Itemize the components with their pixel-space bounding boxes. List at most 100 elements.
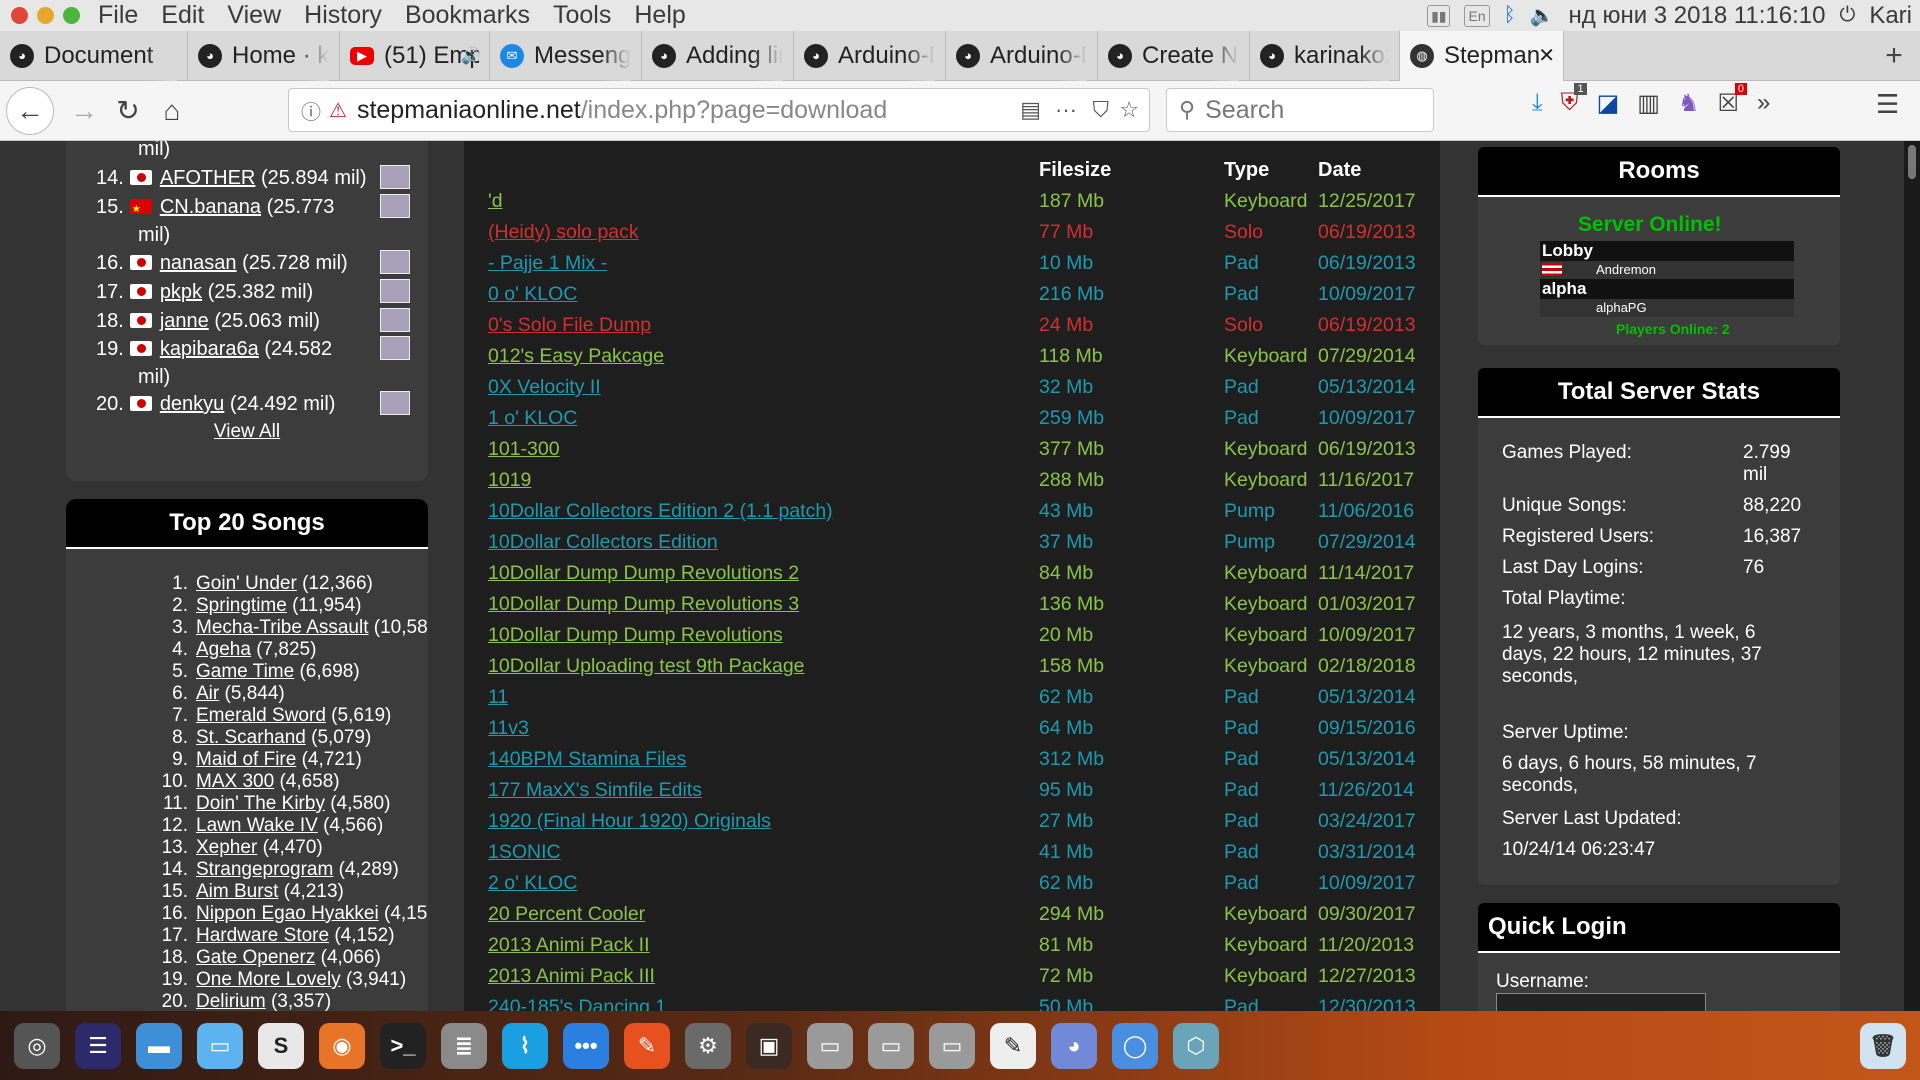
player-avatar[interactable] [380,308,410,332]
song-link[interactable]: Xepher [196,837,257,858]
player-link[interactable]: CN.banana [160,196,261,218]
type-header[interactable]: Type [1224,159,1269,182]
firefox-icon[interactable]: ◉ [319,1022,365,1069]
browser-tab[interactable]: ◕Arduino-Da [946,30,1098,81]
download-link[interactable]: 20 Percent Cooler [488,899,645,930]
page-actions-icon[interactable]: ··· [1055,97,1077,123]
forward-button[interactable]: → [62,89,106,133]
pocket-icon[interactable]: ⛉ [1092,97,1109,123]
menu-item-history[interactable]: History [304,1,382,30]
signal-icon[interactable]: ▮▮ [1427,4,1451,27]
player-avatar[interactable] [380,165,410,189]
download-link[interactable]: - Pajje 1 Mix - [488,248,607,279]
maximize-window-button[interactable] [63,7,80,24]
installer-icon[interactable]: ⬡ [1173,1022,1219,1069]
menu-item-edit[interactable]: Edit [161,1,204,30]
close-tab-icon[interactable]: ✕ [1538,43,1555,68]
download-link[interactable]: 11 [488,682,508,713]
player-avatar[interactable] [380,250,410,274]
browser-tab[interactable]: ◕Arduino-Da [794,30,946,81]
close-window-button[interactable] [11,7,28,24]
mysql-icon[interactable]: ⌇ [502,1022,548,1069]
room-alpha[interactable]: alpha alphaPG [1540,279,1794,317]
clock[interactable]: нд юни 3 2018 11:16:10 [1569,2,1826,30]
ubuntu-icon[interactable]: ◎ [14,1022,60,1069]
player-link[interactable]: AFOTHER [160,167,256,189]
info-icon[interactable]: ⓘ [301,96,321,125]
player-link[interactable]: kapibara6a [160,338,259,360]
song-link[interactable]: Gate Openerz [196,947,315,968]
song-link[interactable]: Nippon Egao Hyakkei [196,903,379,924]
song-link[interactable]: MAX 300 [196,771,274,792]
download-link[interactable]: 2 o' KLOC [488,868,577,899]
song-link[interactable]: Aim Burst [196,881,278,902]
ublock-icon[interactable]: ⛨ 1 [1561,83,1587,118]
song-link[interactable]: St. Scarhand [196,727,306,748]
player-link[interactable]: nanasan [160,252,237,274]
home-button[interactable]: ⌂ [150,89,194,133]
extension-icon[interactable]: ♞ [1678,89,1700,118]
text-editor-icon[interactable]: ✎ [990,1022,1036,1069]
download-link[interactable]: 0 o' KLOC [488,279,577,310]
filesize-header[interactable]: Filesize [1039,159,1111,182]
player-avatar[interactable] [380,279,410,303]
drive-icon[interactable]: ▭ [929,1022,975,1069]
user-name[interactable]: Kari [1869,2,1912,30]
search-input[interactable]: Search [1205,96,1284,125]
download-link[interactable]: 10Dollar Dump Dump Revolutions [488,620,783,651]
bookmark-star-icon[interactable]: ☆ [1119,97,1139,123]
browser-tab[interactable]: ◕Adding link [642,30,794,81]
search-bar[interactable]: ⚲ Search [1166,88,1434,132]
pencil-icon[interactable]: ✎ [624,1022,670,1069]
download-link[interactable]: 140BPM Stamina Files [488,744,686,775]
player-link[interactable]: janne [160,310,209,332]
browser-tab[interactable]: ◕Create New [1098,30,1250,81]
download-link[interactable]: 1 o' KLOC [488,403,577,434]
song-link[interactable]: Springtime [196,595,287,616]
volume-icon[interactable]: 🔈 [1530,3,1555,28]
menu-item-bookmarks[interactable]: Bookmarks [405,1,530,30]
folder-icon[interactable]: ▭ [197,1022,243,1069]
overflow-menu-icon[interactable]: » [1757,89,1770,118]
song-link[interactable]: Strangeprogram [196,859,333,880]
chromium-icon[interactable]: ◯ [1112,1022,1158,1069]
download-link[interactable]: 0's Solo File Dump [488,310,651,341]
song-link[interactable]: Doin' The Kirby [196,793,325,814]
download-link[interactable]: 1920 (Final Hour 1920) Originals [488,806,771,837]
bluetooth-icon[interactable]: ᛒ [1504,4,1516,27]
chat-icon[interactable]: ••• [563,1022,609,1069]
audio-icon[interactable]: 🔊 [461,46,481,66]
power-icon[interactable]: ⏻ [1839,4,1855,27]
player-link[interactable]: denkyu [160,393,225,415]
download-link[interactable]: 2013 Animi Pack II [488,930,650,961]
files-icon[interactable]: ▬ [136,1022,182,1069]
song-link[interactable]: Game Time [196,661,294,682]
browser-tab[interactable]: ◕ Document [0,30,188,81]
download-link[interactable]: 2013 Animi Pack III [488,961,655,992]
song-link[interactable]: Maid of Fire [196,749,296,770]
database-icon[interactable]: ≣ [441,1022,487,1069]
menu-item-view[interactable]: View [227,1,281,30]
song-link[interactable]: Goin' Under [196,573,297,594]
song-link[interactable]: One More Lovely [196,969,341,990]
browser-tab[interactable]: ✉Messenger [490,30,642,81]
download-link[interactable]: 10Dollar Dump Dump Revolutions 2 [488,558,799,589]
minimize-window-button[interactable] [37,7,54,24]
eclipse-icon[interactable]: ☰ [75,1022,121,1069]
back-button[interactable]: ← [6,86,54,135]
download-link[interactable]: 240-185's Dancing 1 [488,992,666,1011]
download-link[interactable]: 101-300 [488,434,560,465]
view-all-link[interactable]: View All [214,421,280,442]
download-link[interactable]: (Heidy) solo pack [488,217,639,248]
player-avatar[interactable] [380,194,410,218]
reader-view-icon[interactable]: ▤ [1020,97,1041,123]
drive-icon[interactable]: ▭ [868,1022,914,1069]
browser-tab[interactable]: ◕karinakoza [1250,30,1400,81]
menu-item-file[interactable]: File [98,1,138,30]
url-bar[interactable]: ⓘ ⚠ stepmaniaonline.net/index.php?page=d… [288,88,1150,132]
player-link[interactable]: pkpk [160,281,202,303]
download-link[interactable]: 10Dollar Uploading test 9th Package [488,651,805,682]
song-link[interactable]: Delirium [196,991,266,1011]
new-tab-button[interactable]: + [1868,39,1920,73]
reload-button[interactable]: ↻ [106,89,150,133]
